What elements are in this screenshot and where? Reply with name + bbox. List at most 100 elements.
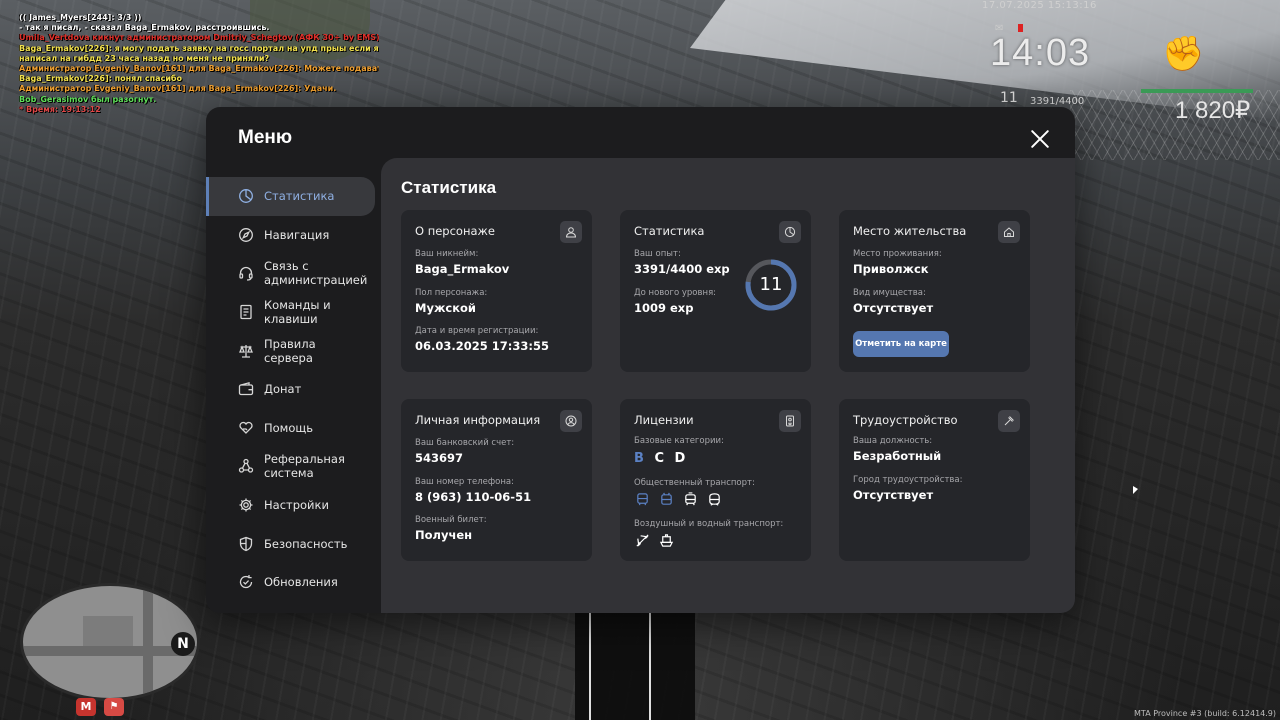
military-label: Военный билет: <box>415 515 487 525</box>
chart-pie-icon <box>779 221 801 243</box>
residence-label: Место проживания: <box>853 249 942 259</box>
registration-value: 06.03.2025 17:33:55 <box>415 339 549 353</box>
boat-icon <box>658 532 674 548</box>
residence-value: Приволжск <box>853 262 929 276</box>
build-info: MTA Province #3 (build: 6.12414.9) <box>1134 709 1276 718</box>
chart-pie-icon <box>238 188 254 204</box>
minimap-road <box>143 586 153 698</box>
chat-line: Baga_Ermakov[226]: я могу подать заявку … <box>19 43 379 53</box>
police-icon: ⚑ <box>104 698 124 716</box>
north-icon: N <box>171 632 195 656</box>
metro-icon: M <box>76 698 96 716</box>
gender-label: Пол персонажа: <box>415 288 488 298</box>
gear-icon <box>238 497 254 513</box>
chat-line: Baga_Ermakov[226]: понял спасибо <box>19 74 183 84</box>
hud-money: 1 820₽ <box>1175 97 1251 124</box>
shield-icon <box>238 536 254 552</box>
chat-line: Администратор Evgeniy_Banov[161] для Bag… <box>19 64 379 74</box>
hud-clock: 14:03 <box>990 32 1091 74</box>
public-transport-label: Общественный транспорт: <box>634 478 755 488</box>
card-title: Личная информация <box>415 413 541 427</box>
menu-title: Меню <box>238 127 293 148</box>
base-categories-label: Базовые категории: <box>634 436 724 446</box>
close-button[interactable] <box>1028 127 1052 151</box>
sidebar-item-label: Навигация <box>264 227 330 242</box>
card-personal: Личная информация Ваш банковский счет: 5… <box>401 399 592 561</box>
wallet-icon <box>238 381 254 397</box>
fist-icon: ✊ <box>1162 34 1205 74</box>
plane-icon <box>634 532 650 548</box>
exp-label: Ваш опыт: <box>634 249 681 259</box>
sidebar-item[interactable]: Команды и клавиши <box>206 293 376 332</box>
compass-icon <box>238 227 254 243</box>
scales-icon <box>238 343 254 359</box>
gender-value: Мужской <box>415 301 476 315</box>
position-label: Ваша должность: <box>853 436 933 446</box>
license-category: D <box>674 451 689 466</box>
hammer-icon <box>998 410 1020 432</box>
sidebar-item-label: Безопасность <box>264 536 348 551</box>
mouse-cursor <box>1133 486 1138 494</box>
sidebar-item[interactable]: Помощь <box>206 409 376 448</box>
sidebar-item[interactable]: Реферальная система <box>206 447 376 486</box>
health-bar <box>1141 89 1253 93</box>
phone-label: Ваш номер телефона: <box>415 477 514 487</box>
network-icon <box>238 458 254 474</box>
user-circle-icon <box>560 410 582 432</box>
card-title: О персонаже <box>415 224 495 238</box>
chat-log: (( James_Myers[244]: 3/3 )) - так я писал… <box>19 13 379 115</box>
sidebar-item-label: Правила сервера <box>264 336 316 365</box>
registration-label: Дата и время регистрации: <box>415 326 539 336</box>
license-category: B <box>634 451 647 466</box>
card-character: О персонаже Ваш никнейм: Baga_Ermakov По… <box>401 210 592 372</box>
chat-line: Umila_Vertdova кикнут администратором Dm… <box>19 33 379 43</box>
property-label: Вид имущества: <box>853 288 926 298</box>
card-title: Статистика <box>634 224 705 238</box>
next-level-value: 1009 exp <box>634 301 694 315</box>
chat-line: написал на гибдд 23 часа назад но меня н… <box>19 53 270 63</box>
employment-city-value: Отсутствует <box>853 488 934 502</box>
bank-value: 543697 <box>415 451 464 465</box>
sidebar-item[interactable]: Настройки <box>206 486 376 525</box>
metro-icon <box>706 491 722 507</box>
player-character <box>575 612 695 720</box>
license-category: C <box>654 451 667 466</box>
license-categories: B C D <box>634 451 688 466</box>
document-icon <box>238 304 254 320</box>
air-water-transport-label: Воздушный и водный транспорт: <box>634 519 784 529</box>
sidebar-item[interactable]: Правила сервера <box>206 331 376 370</box>
card-licenses: Лицензии Базовые категории: B C D Общест… <box>620 399 811 561</box>
phone-value: 8 (963) 110-06-51 <box>415 490 532 504</box>
mark-on-map-button[interactable]: Отметить на карте <box>853 331 949 357</box>
nickname-label: Ваш никнейм: <box>415 249 479 259</box>
employment-city-label: Город трудоустройства: <box>853 475 963 485</box>
hud-date: 17.07.2025 15:13:16 <box>982 0 1097 11</box>
card-title: Лицензии <box>634 413 694 427</box>
sidebar-item[interactable]: Обновления <box>206 563 376 602</box>
nickname-value: Baga_Ermakov <box>415 262 510 276</box>
sidebar: Статистика Навигация Связь с администрацие… <box>206 177 376 602</box>
sidebar-item[interactable]: Безопасность <box>206 524 376 563</box>
sidebar-item[interactable]: Навигация <box>206 216 376 255</box>
next-level-label: До нового уровня: <box>634 288 717 298</box>
card-title: Трудоустройство <box>853 413 958 427</box>
trolleybus-icon <box>658 491 674 507</box>
content-title: Статистика <box>401 178 497 197</box>
chat-line: Администратор Evgeniy_Banov[161] для Bag… <box>19 84 337 94</box>
sidebar-item[interactable]: Статистика <box>206 177 375 216</box>
card-stats: Статистика Ваш опыт: 3391/4400 exp До но… <box>620 210 811 372</box>
hud-level: 11 <box>1000 90 1018 106</box>
refresh-check-icon <box>238 574 254 590</box>
exp-value: 3391/4400 exp <box>634 262 730 276</box>
sidebar-item-label: Настройки <box>264 498 329 513</box>
id-card-icon <box>779 410 801 432</box>
heart-hand-icon <box>238 420 254 436</box>
sidebar-item[interactable]: Донат <box>206 370 376 409</box>
sidebar-item[interactable]: Связь с администрацией <box>206 254 376 293</box>
air-water-transport-icons <box>634 532 674 548</box>
content-panel: Статистика О персонаже Ваш никнейм: Baga… <box>381 158 1075 613</box>
menu-window: Меню Статистика Навигация Связь с админист… <box>206 107 1075 613</box>
hud-exp: 3391/4400 <box>1030 96 1085 107</box>
user-icon <box>560 221 582 243</box>
sidebar-item-label: Помощь <box>264 420 314 435</box>
